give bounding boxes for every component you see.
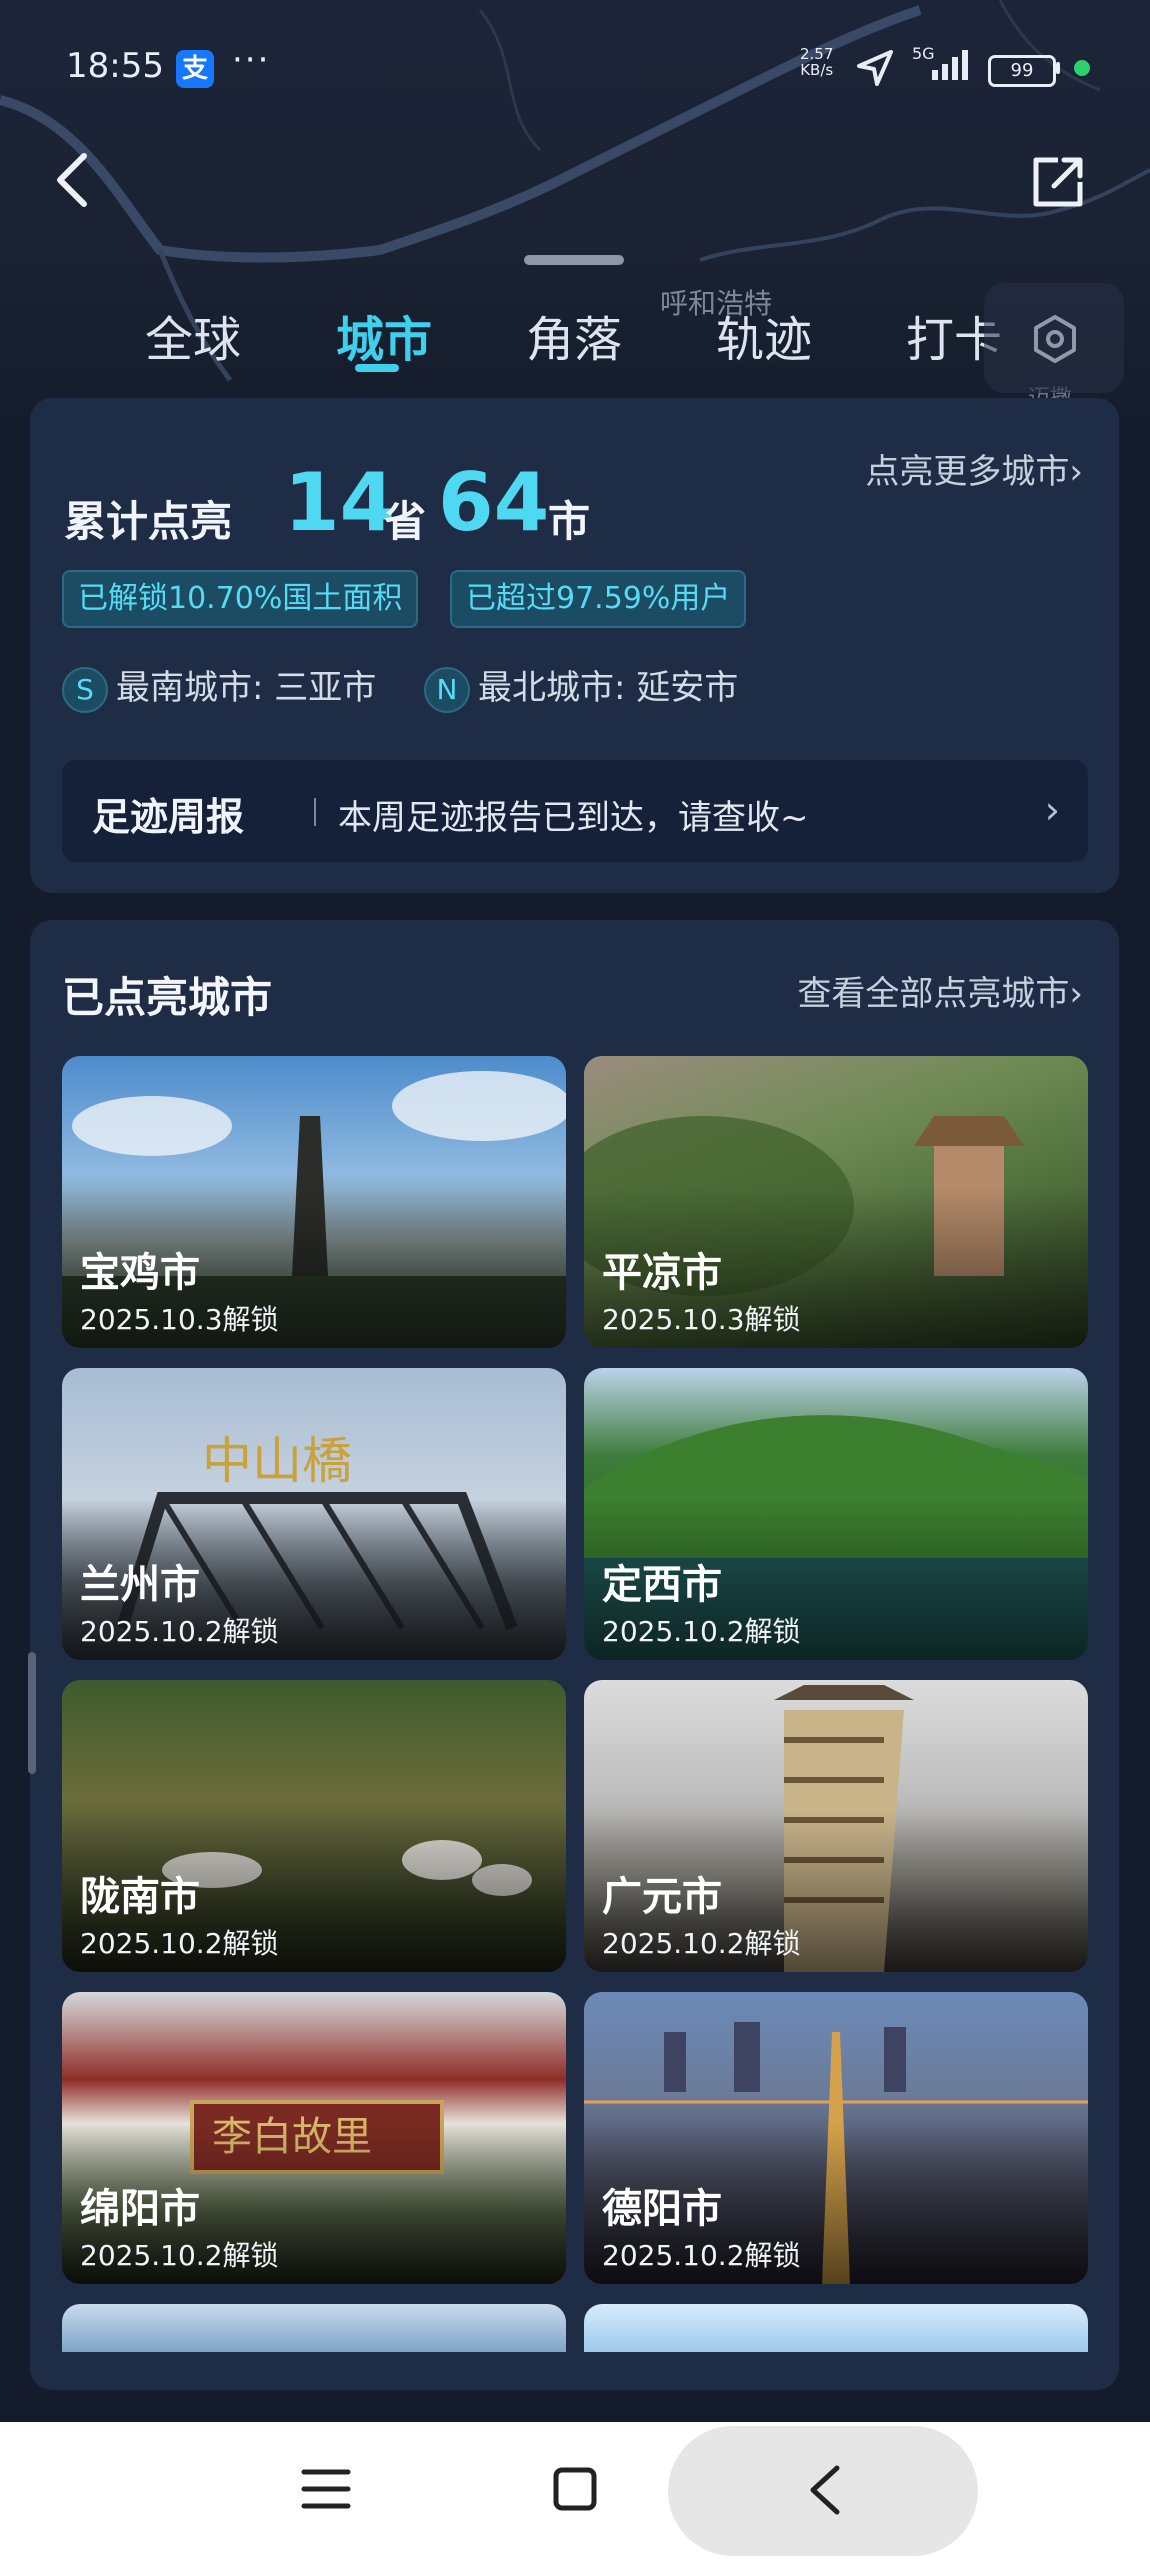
status-bar: 18:55 支 ··· 2.57 KB/s 5G 99: [0, 0, 1150, 140]
city-name: 宝鸡市: [80, 1250, 200, 1296]
tab-track[interactable]: 轨迹: [716, 300, 812, 370]
city-unlock-date: 2025.10.2解锁: [80, 1927, 279, 1960]
light-more-cities-label: 点亮更多城市: [865, 452, 1070, 492]
alipay-icon: 支: [176, 50, 214, 88]
privacy-indicator: [1074, 60, 1090, 76]
battery-cap: [1056, 62, 1060, 74]
more-notifications-icon: ···: [232, 40, 271, 80]
signal-bars-icon: [932, 50, 968, 80]
city-card-longnan[interactable]: 陇南市 2025.10.2解锁: [62, 1680, 566, 1972]
external-link-icon[interactable]: [1028, 152, 1088, 212]
users-exceeded-badge: 已超过97.59%用户: [450, 570, 747, 628]
south-badge: S: [62, 666, 108, 713]
city-card-partial[interactable]: [584, 2304, 1088, 2352]
area-unlocked-badge: 已解锁10.70%国土面积: [62, 570, 419, 628]
stat-prefix: 累计点亮: [64, 497, 233, 546]
city-card-dingxi[interactable]: 定西市 2025.10.2解锁: [584, 1368, 1088, 1660]
city-name: 定西市: [602, 1562, 722, 1608]
weekly-report-title: 足迹周报: [92, 795, 245, 839]
city-card-deyang[interactable]: 德阳市 2025.10.2解锁: [584, 1992, 1088, 2284]
tab-bar: 全球 城市 角落 轨迹 打卡: [0, 290, 1150, 380]
city-unit: 市: [548, 497, 591, 546]
back-arrow-icon[interactable]: [805, 2462, 845, 2518]
svg-text:中山橋: 中山橋: [202, 1432, 352, 1490]
scrollbar[interactable]: [28, 1652, 36, 1774]
city-unlock-date: 2025.10.3解锁: [80, 1303, 279, 1336]
net-speed-value: 2.57: [800, 45, 834, 63]
tab-global[interactable]: 全球: [145, 300, 241, 370]
city-name: 平凉市: [602, 1250, 722, 1296]
active-tab-indicator: [355, 364, 399, 372]
city-name: 绵阳市: [80, 2186, 200, 2232]
status-time: 18:55: [66, 46, 164, 86]
city-unlock-date: 2025.10.2解锁: [80, 1615, 279, 1648]
northernmost-city: N 最北城市: 延安市: [424, 660, 739, 713]
province-unit: 省: [384, 497, 427, 546]
view-all-cities-link[interactable]: 查看全部点亮城市›: [797, 966, 1083, 1015]
city-unlock-date: 2025.10.2解锁: [602, 1615, 801, 1648]
city-count: 64: [438, 456, 550, 549]
chevron-right-icon: ›: [1044, 788, 1060, 832]
battery-icon: 99: [988, 55, 1056, 87]
drag-handle[interactable]: [524, 255, 624, 265]
system-nav-bar: [0, 2422, 1150, 2559]
southernmost-city: S 最南城市: 三亚市: [62, 660, 377, 713]
home-square-icon[interactable]: [552, 2466, 598, 2512]
chevron-left-icon[interactable]: [46, 150, 96, 210]
weekly-report-text: 本周足迹报告已到达，请查收~: [338, 798, 809, 838]
net-speed-unit: KB/s: [800, 61, 834, 79]
city-card-baoji[interactable]: 宝鸡市 2025.10.3解锁: [62, 1056, 566, 1348]
location-arrow-icon: [857, 50, 893, 86]
settings-hexagon-icon[interactable]: [1029, 313, 1081, 365]
net-speed: 2.57 KB/s: [800, 46, 833, 78]
city-name: 德阳市: [602, 2186, 722, 2232]
southernmost-city-text: 最南城市: 三亚市: [116, 668, 377, 708]
city-card-mianyang[interactable]: 李白故里 绵阳市 2025.10.2解锁: [62, 1992, 566, 2284]
north-badge: N: [424, 666, 470, 713]
lit-cities-card: 已点亮城市 查看全部点亮城市› 宝鸡市 2025.10.3解锁 平凉市 2025…: [30, 920, 1119, 2390]
city-unlock-date: 2025.10.2解锁: [602, 1927, 801, 1960]
province-count: 14: [284, 456, 396, 549]
chevron-right-icon: ›: [1069, 452, 1083, 492]
city-unlock-date: 2025.10.3解锁: [602, 1303, 801, 1336]
city-name: 兰州市: [80, 1562, 200, 1608]
summary-card: 累计点亮 14 省 64 市 点亮更多城市› 已解锁10.70%国土面积 已超过…: [30, 398, 1119, 893]
city-card-lanzhou[interactable]: 中山橋 兰州市 2025.10.2解锁: [62, 1368, 566, 1660]
city-card-guangyuan[interactable]: 广元市 2025.10.2解锁: [584, 1680, 1088, 1972]
tab-corner[interactable]: 角落: [526, 300, 622, 370]
view-all-cities-label: 查看全部点亮城市: [797, 974, 1070, 1014]
city-unlock-date: 2025.10.2解锁: [80, 2239, 279, 2272]
city-name: 陇南市: [80, 1874, 200, 1920]
section-title: 已点亮城市: [62, 973, 273, 1022]
city-card-partial[interactable]: [62, 2304, 566, 2352]
light-more-cities-link[interactable]: 点亮更多城市›: [865, 444, 1083, 493]
menu-icon[interactable]: [300, 2464, 352, 2514]
city-name: 广元市: [602, 1874, 722, 1920]
city-card-pingliang[interactable]: 平凉市 2025.10.3解锁: [584, 1056, 1088, 1348]
chevron-right-icon: ›: [1069, 974, 1083, 1014]
tab-city[interactable]: 城市: [336, 300, 432, 370]
city-unlock-date: 2025.10.2解锁: [602, 2239, 801, 2272]
northernmost-city-text: 最北城市: 延安市: [478, 668, 739, 708]
weekly-report-banner[interactable]: 足迹周报 本周足迹报告已到达，请查收~ ›: [62, 760, 1088, 862]
divider: [314, 798, 316, 826]
